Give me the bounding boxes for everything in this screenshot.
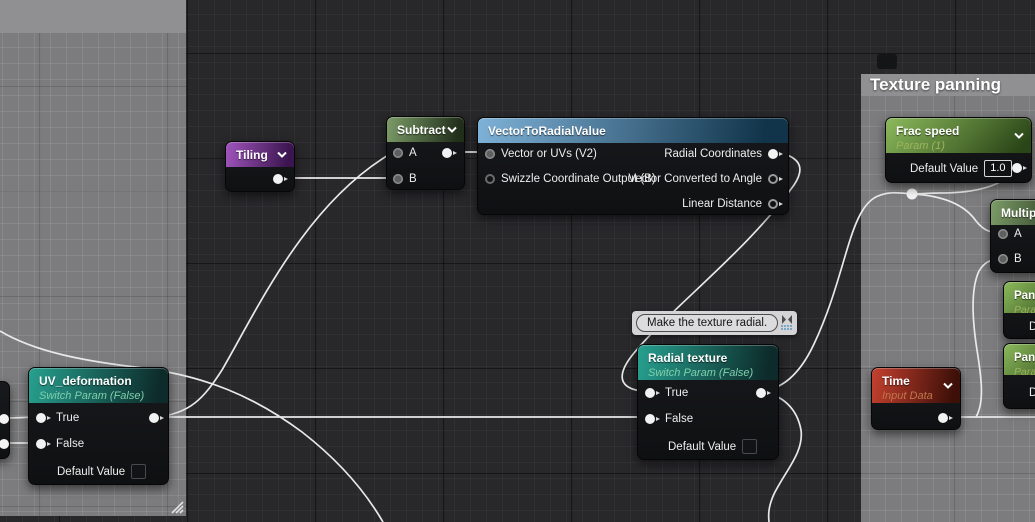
node-subtract[interactable]: Subtract A B — [386, 116, 465, 190]
node-panner-param-2[interactable]: Pann Para D — [1003, 343, 1035, 409]
pin-label: A — [1014, 228, 1022, 240]
default-value-checkbox[interactable] — [742, 439, 758, 454]
default-value-label: Default Value — [57, 465, 126, 478]
comment-bubble[interactable]: Make the texture radial. — [632, 311, 798, 335]
node-title: Pann — [1014, 352, 1035, 364]
output-pin[interactable] — [756, 388, 771, 398]
chevron-down-icon[interactable] — [277, 151, 287, 159]
output-pin[interactable] — [1012, 163, 1027, 173]
output-pin-vector-converted-to-angle[interactable] — [768, 174, 783, 184]
input-pin-false[interactable] — [645, 414, 660, 424]
input-pin-vector-or-uvs[interactable] — [485, 149, 495, 159]
input-pin-b[interactable] — [393, 174, 403, 184]
output-pin-linear-distance[interactable] — [768, 199, 783, 209]
node-title: Time — [882, 374, 910, 388]
default-value-label: D — [1029, 387, 1035, 399]
chevron-down-icon[interactable] — [1014, 132, 1024, 140]
output-pin[interactable] — [273, 174, 288, 184]
default-value-label: Default Value — [910, 162, 979, 175]
node-title: VectorToRadialValue — [488, 124, 606, 138]
node-title: UV_deformation — [39, 374, 132, 388]
node-time[interactable]: Time Input Data — [871, 367, 961, 430]
dots-icon — [781, 325, 793, 331]
node-multiply[interactable]: Multipl A B — [990, 199, 1035, 273]
pin-icon[interactable] — [781, 315, 793, 324]
node-edge-partial[interactable] — [0, 381, 10, 459]
default-value-checkbox[interactable] — [131, 464, 147, 479]
pin-label: B — [409, 173, 417, 185]
chevron-down-icon[interactable] — [447, 126, 457, 134]
node-title: Pann — [1014, 290, 1035, 302]
node-title: Radial texture — [648, 351, 728, 365]
pin-label: B — [1014, 253, 1022, 265]
output-pin[interactable] — [0, 414, 9, 424]
chevron-down-icon[interactable] — [943, 382, 953, 390]
pin-label: Linear Distance — [682, 198, 762, 210]
node-radial-texture[interactable]: Radial texture Switch Param (False) True… — [637, 344, 779, 460]
node-tiling[interactable]: Tiling — [225, 141, 295, 192]
input-pin-a[interactable] — [998, 229, 1008, 239]
pin-label: False — [56, 438, 85, 450]
node-title: Tiling — [236, 148, 268, 162]
node-subtitle: Input Data — [882, 390, 933, 402]
pin-label: A — [409, 147, 417, 159]
node-subtitle: Switch Param (False) — [648, 367, 754, 379]
input-pin-true[interactable] — [645, 388, 660, 398]
pin-label: False — [665, 413, 694, 425]
node-title: Frac speed — [896, 124, 960, 138]
node-title: Multipl — [1001, 206, 1035, 220]
node-uv-deformation[interactable]: UV_deformation Switch Param (False) True… — [28, 367, 169, 485]
pin-label: True — [56, 412, 80, 424]
pin-label: Vector Converted to Angle — [628, 173, 762, 185]
default-value-label: Default Value — [668, 440, 737, 453]
comment-texture-panning-title: Texture panning — [870, 75, 1001, 94]
node-subtitle: Para — [1014, 304, 1035, 316]
input-pin-a[interactable] — [393, 148, 403, 158]
input-pin-swizzle[interactable] — [485, 174, 495, 184]
pin-label: Vector or UVs (V2) — [501, 148, 597, 160]
node-subtitle: Para — [1014, 366, 1035, 378]
output-pin[interactable] — [938, 413, 953, 423]
node-vector-to-radial-value[interactable]: VectorToRadialValue Vector or UVs (V2) S… — [477, 117, 789, 215]
node-subtitle: Switch Param (False) — [39, 390, 145, 402]
node-subtitle: Param (1) — [896, 140, 945, 152]
comment-left-titlebar[interactable] — [0, 0, 186, 34]
partial-node-top[interactable] — [877, 54, 897, 69]
pin-label: True — [665, 387, 689, 399]
input-pin-false[interactable] — [36, 439, 51, 449]
graph-canvas[interactable]: Texture panning Tiling Subtract A B Vect… — [0, 0, 1035, 522]
input-pin-b[interactable] — [998, 254, 1008, 264]
input-pin-true[interactable] — [36, 413, 51, 423]
output-pin[interactable] — [149, 413, 164, 423]
output-pin[interactable] — [0, 439, 9, 449]
resize-handle-icon[interactable] — [168, 498, 184, 514]
node-panner-param-1[interactable]: Pann Para D — [1003, 281, 1035, 339]
comment-bubble-text: Make the texture radial. — [636, 314, 779, 332]
node-frac-speed[interactable]: Frac speed Param (1) Default Value 1.0 — [885, 117, 1032, 183]
pin-label: Radial Coordinates — [664, 148, 762, 160]
default-value-label: D — [1029, 321, 1035, 333]
comment-texture-panning-titlebar[interactable]: Texture panning — [861, 74, 1035, 97]
default-value-input[interactable]: 1.0 — [984, 160, 1012, 177]
output-pin-radial-coordinates[interactable] — [768, 149, 783, 159]
node-title: Subtract — [397, 123, 446, 137]
output-pin[interactable] — [442, 148, 457, 158]
